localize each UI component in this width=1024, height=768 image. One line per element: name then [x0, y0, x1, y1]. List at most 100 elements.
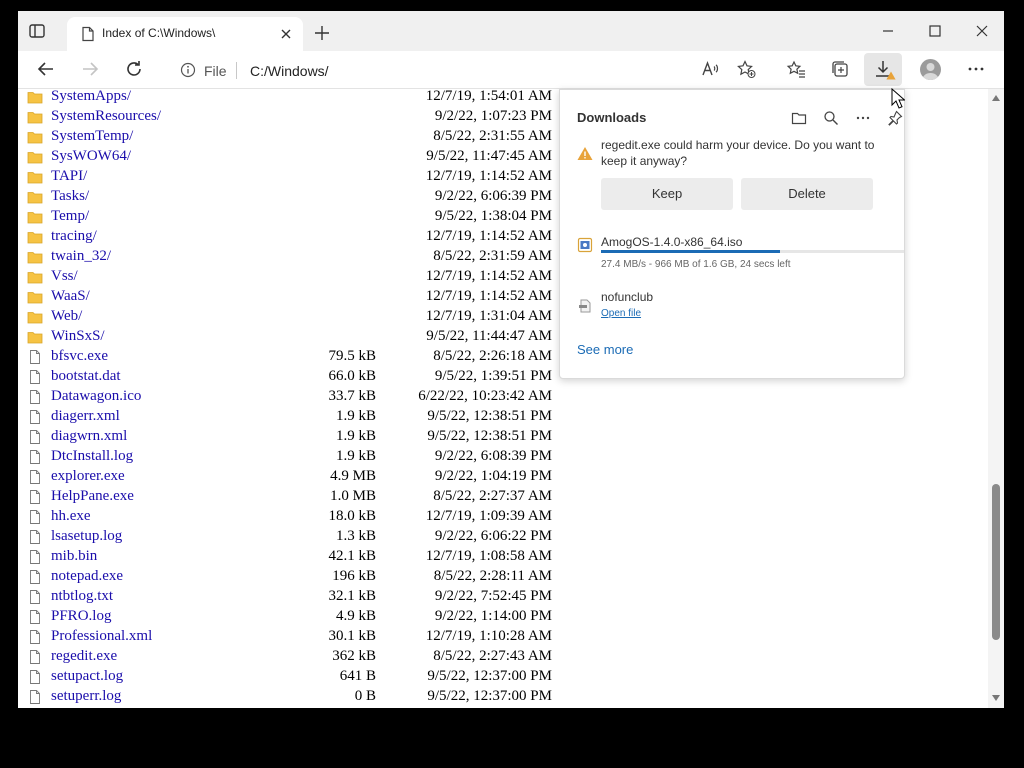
file-link[interactable]: regedit.exe — [51, 648, 117, 665]
table-row: SystemResources/9/2/22, 1:07:23 PM — [18, 107, 618, 127]
close-tab-icon[interactable] — [279, 27, 293, 41]
table-row: Tasks/9/2/22, 6:06:39 PM — [18, 187, 618, 207]
collections-icon[interactable] — [830, 59, 850, 79]
download-item-name[interactable]: nofunclub — [601, 290, 653, 304]
download-status-text: 27.4 MB/s - 966 MB of 1.6 GB, 24 secs le… — [601, 259, 791, 270]
disc-image-file-icon[interactable] — [577, 237, 593, 253]
file-date: 9/2/22, 6:06:39 PM — [434, 188, 552, 204]
file-link[interactable]: diagwrn.xml — [51, 428, 127, 445]
file-link[interactable]: tracing/ — [51, 228, 97, 245]
downloads-button[interactable] — [864, 53, 902, 86]
file-link[interactable]: SystemResources/ — [51, 108, 161, 125]
forward-icon[interactable] — [80, 59, 100, 79]
file-link[interactable]: bfsvc.exe — [51, 348, 108, 365]
minimize-icon[interactable] — [880, 23, 896, 39]
profile-avatar[interactable] — [920, 59, 941, 80]
url-scheme-label: File — [204, 63, 227, 79]
file-date: 12/7/19, 1:09:39 AM — [425, 508, 552, 524]
file-icon — [30, 530, 40, 544]
scroll-up-arrow-icon[interactable] — [992, 95, 1000, 101]
refresh-icon[interactable] — [124, 59, 144, 79]
file-icon — [30, 490, 40, 504]
table-row: diagerr.xml 1.9 kB 9/5/22, 12:38:51 PM — [18, 407, 618, 427]
file-link[interactable]: explorer.exe — [51, 468, 125, 485]
file-link[interactable]: Tasks/ — [51, 188, 89, 205]
file-link[interactable]: SysWOW64/ — [51, 148, 131, 165]
file-link[interactable]: setuperr.log — [51, 688, 121, 705]
file-link[interactable]: WinSxS/ — [51, 328, 105, 345]
file-link[interactable]: bootstat.dat — [51, 368, 121, 385]
table-row: WinSxS/9/5/22, 11:44:47 AM — [18, 327, 618, 347]
keep-button[interactable]: Keep — [601, 178, 733, 210]
file-link[interactable]: hh.exe — [51, 508, 91, 525]
file-link[interactable]: WaaS/ — [51, 288, 90, 305]
file-link[interactable]: HelpPane.exe — [51, 488, 134, 505]
add-favorite-icon[interactable] — [736, 59, 756, 79]
open-folder-icon[interactable] — [791, 110, 807, 126]
file-link[interactable]: SystemApps/ — [51, 89, 131, 105]
folder-icon — [27, 152, 43, 164]
read-aloud-icon[interactable] — [700, 59, 720, 79]
address-bar[interactable]: File C:/Windows/ — [164, 54, 790, 86]
folder-icon — [27, 312, 43, 324]
see-more-link[interactable]: See more — [577, 342, 633, 357]
file-link[interactable]: Professional.xml — [51, 628, 152, 645]
file-link[interactable]: notepad.exe — [51, 568, 123, 585]
file-size: 18.0 kB — [328, 508, 376, 524]
tab-actions-icon[interactable] — [28, 22, 46, 40]
file-size: 1.9 kB — [335, 408, 376, 424]
pin-icon[interactable] — [887, 110, 903, 126]
delete-button[interactable]: Delete — [741, 178, 873, 210]
info-icon[interactable] — [180, 62, 196, 78]
scroll-down-arrow-icon[interactable] — [992, 695, 1000, 701]
warning-badge-icon — [886, 71, 896, 80]
table-row: SystemTemp/8/5/22, 2:31:55 AM — [18, 127, 618, 147]
file-date: 9/5/22, 12:37:00 PM — [427, 668, 552, 684]
file-icon — [30, 570, 40, 584]
close-window-icon[interactable] — [974, 23, 990, 39]
file-link[interactable]: ntbtlog.txt — [51, 588, 113, 605]
file-link[interactable]: diagerr.xml — [51, 408, 120, 425]
file-link[interactable]: lsasetup.log — [51, 528, 122, 545]
file-link[interactable]: Vss/ — [51, 268, 78, 285]
scrollbar-thumb[interactable] — [992, 484, 1000, 640]
file-link[interactable]: Web/ — [51, 308, 82, 325]
file-link[interactable]: TAPI/ — [51, 168, 87, 185]
new-tab-icon[interactable] — [314, 25, 330, 41]
file-link[interactable]: Datawagon.ico — [51, 388, 141, 405]
search-icon[interactable] — [823, 110, 839, 126]
back-icon[interactable] — [36, 59, 56, 79]
file-date: 6/22/22, 10:23:42 AM — [418, 388, 552, 404]
open-file-link[interactable]: Open file — [601, 308, 641, 319]
file-size: 79.5 kB — [328, 348, 376, 364]
file-date: 9/5/22, 12:37:00 PM — [427, 688, 552, 704]
table-row: explorer.exe 4.9 MB 9/2/22, 1:04:19 PM — [18, 467, 618, 487]
vertical-scrollbar[interactable] — [988, 89, 1004, 708]
file-link[interactable]: DtcInstall.log — [51, 448, 133, 465]
file-link[interactable]: PFRO.log — [51, 608, 111, 625]
download-item-name[interactable]: AmogOS-1.4.0-x86_64.iso — [601, 235, 742, 249]
tab-index-windows[interactable]: Index of C:\Windows\ — [67, 17, 303, 51]
table-row: Temp/9/5/22, 1:38:04 PM — [18, 207, 618, 227]
file-size: 30.1 kB — [328, 628, 376, 644]
file-size: 1.9 kB — [335, 428, 376, 444]
table-row: ntbtlog.txt 32.1 kB 9/2/22, 7:52:45 PM — [18, 587, 618, 607]
favorites-icon[interactable] — [786, 59, 806, 79]
download-progress-bar — [601, 250, 904, 253]
file-date: 9/2/22, 1:07:23 PM — [434, 108, 552, 124]
file-link[interactable]: setupact.log — [51, 668, 123, 685]
file-link[interactable]: Temp/ — [51, 208, 89, 225]
file-link[interactable]: SystemTemp/ — [51, 128, 133, 145]
tab-strip: Index of C:\Windows\ — [18, 11, 1004, 51]
more-options-icon[interactable] — [855, 110, 871, 126]
downloads-title: Downloads — [577, 110, 647, 125]
file-link[interactable]: mib.bin — [51, 548, 97, 565]
more-options-icon[interactable] — [966, 59, 986, 79]
blank-file-icon[interactable] — [577, 298, 593, 314]
file-link[interactable]: twain_32/ — [51, 248, 111, 265]
table-row: setupact.log 641 B 9/5/22, 12:37:00 PM — [18, 667, 618, 687]
folder-icon — [27, 232, 43, 244]
maximize-icon[interactable] — [927, 23, 943, 39]
url-text[interactable]: C:/Windows/ — [250, 63, 329, 79]
folder-icon — [27, 332, 43, 344]
